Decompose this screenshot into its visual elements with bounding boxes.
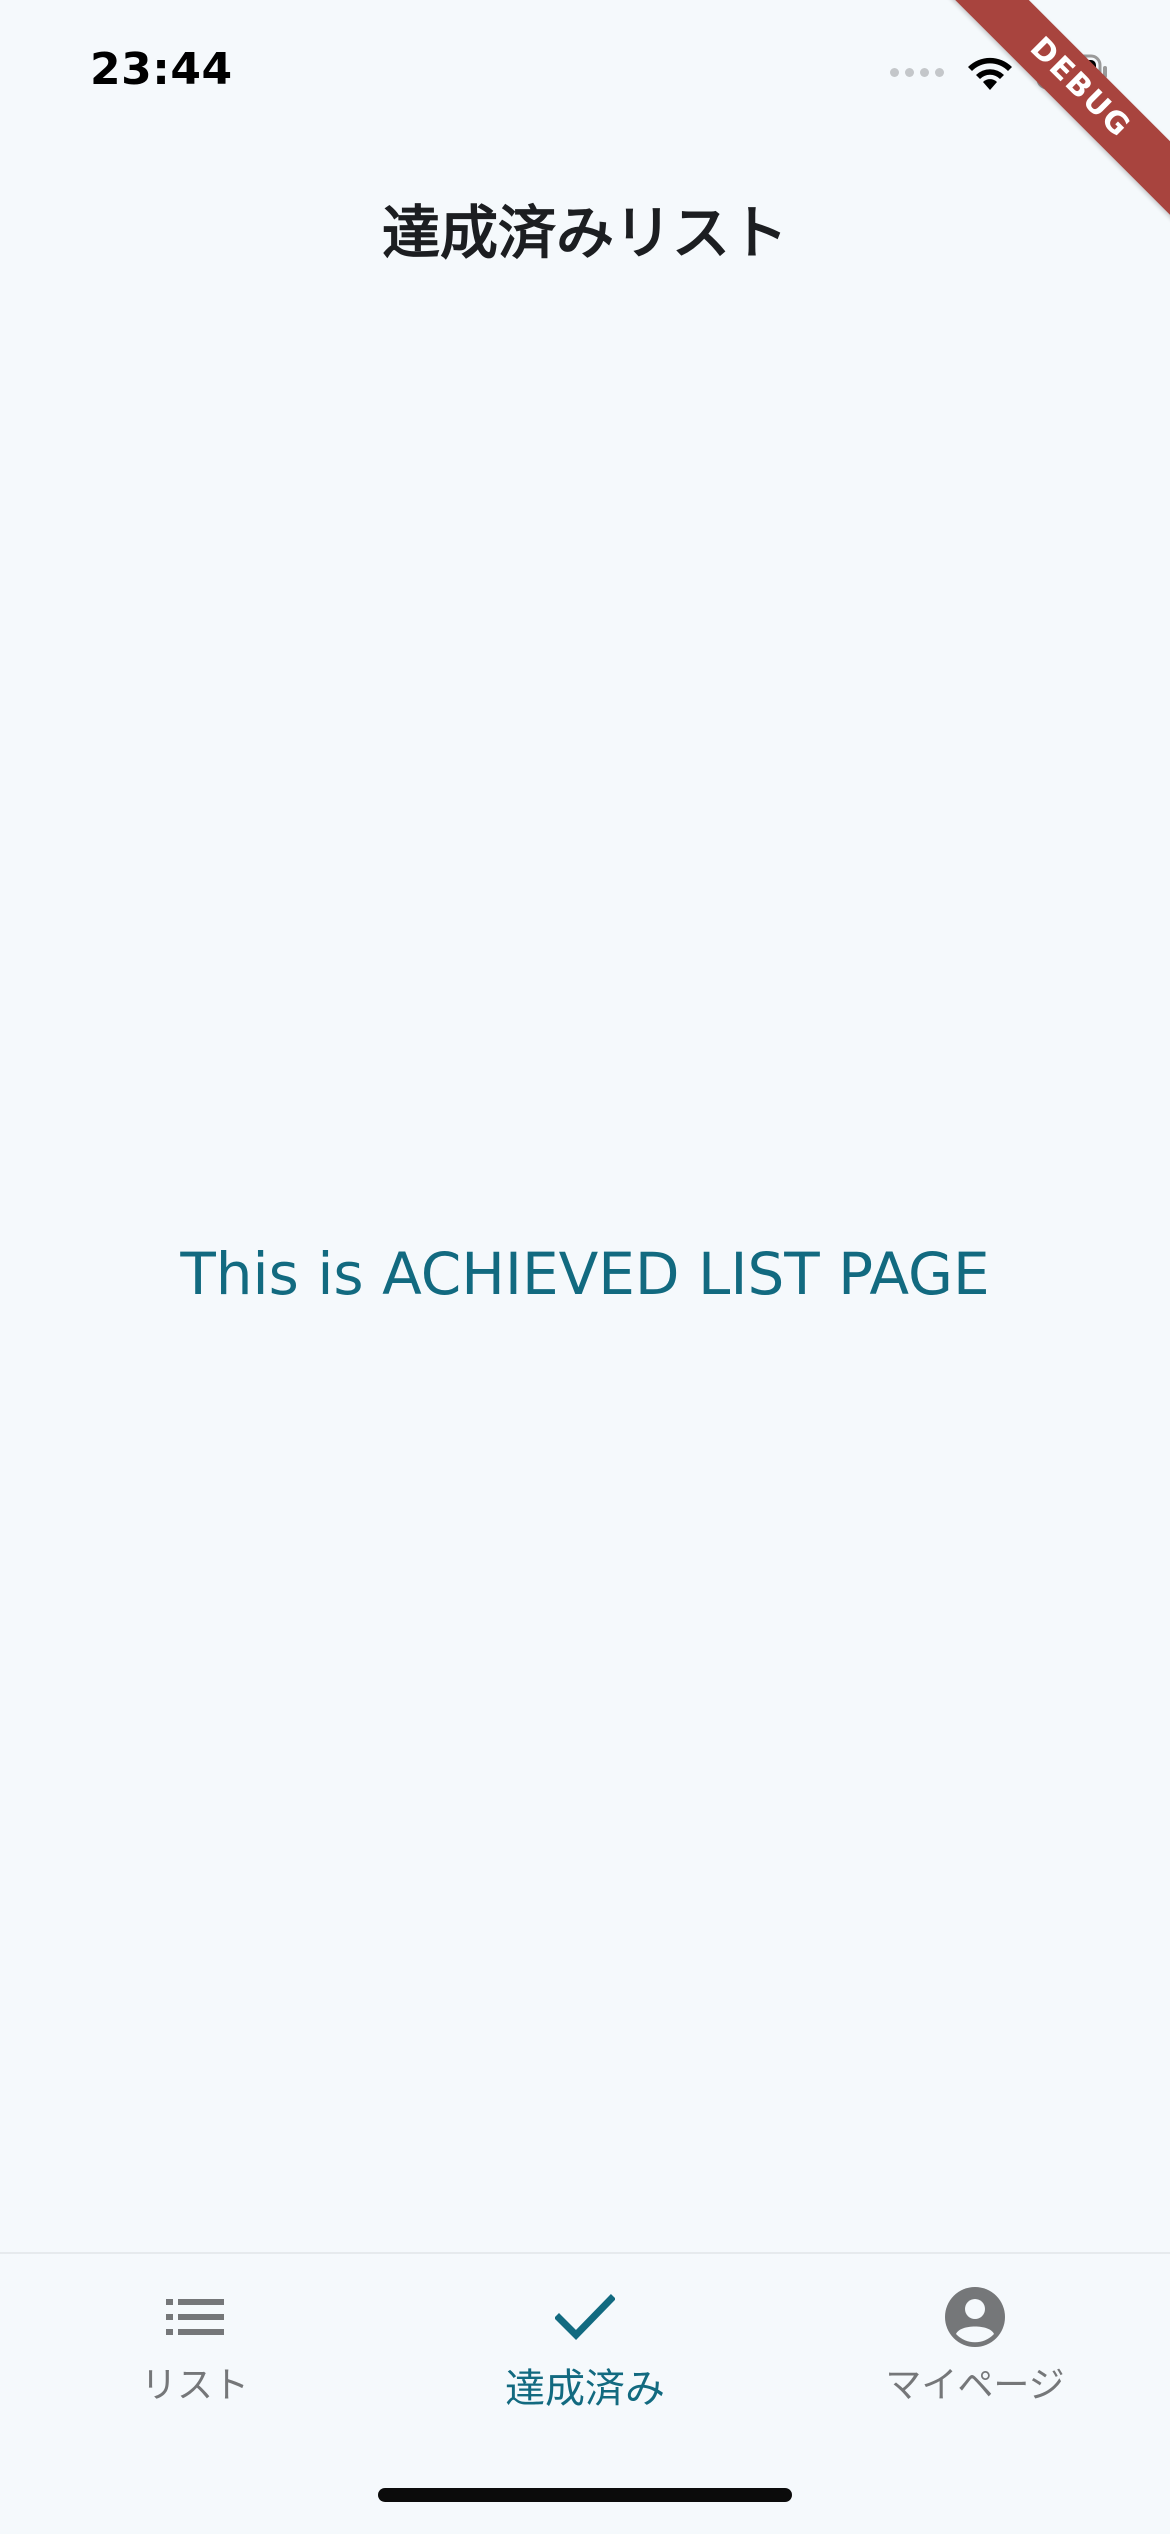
status-time: 23:44 — [90, 44, 233, 95]
list-icon — [166, 2286, 224, 2348]
cellular-signal-icon — [890, 67, 944, 77]
nav-item-list[interactable]: リスト — [0, 2254, 390, 2414]
nav-item-achieved[interactable]: 達成済み — [390, 2254, 780, 2414]
account-circle-icon — [944, 2286, 1006, 2348]
nav-label-list: リスト — [140, 2365, 249, 2406]
nav-label-mypage: マイページ — [885, 2365, 1065, 2406]
check-icon — [555, 2286, 615, 2348]
nav-label-achieved: 達成済み — [505, 2366, 665, 2412]
page-title: 達成済みリスト — [381, 199, 788, 267]
page-message: This is ACHIEVED LIST PAGE — [180, 1240, 990, 1308]
wifi-icon — [964, 52, 1016, 92]
home-indicator — [378, 2488, 792, 2502]
nav-item-mypage[interactable]: マイページ — [780, 2254, 1170, 2414]
